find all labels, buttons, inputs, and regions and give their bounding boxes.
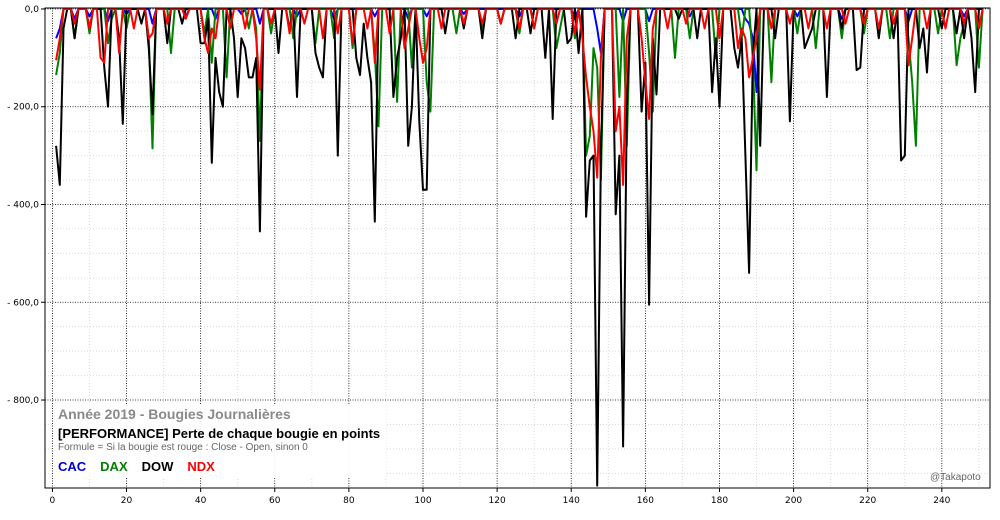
- x-tick-label: 200: [785, 496, 802, 506]
- y-tick-label: - 200,0: [7, 103, 39, 113]
- legend: CAC DAX DOW NDX: [58, 459, 380, 474]
- legend-entry-cac: CAC: [58, 459, 87, 474]
- x-tick-label: 80: [343, 496, 355, 506]
- x-tick-label: 140: [563, 496, 580, 506]
- legend-entry-ndx: NDX: [187, 459, 215, 474]
- x-tick-label: 240: [933, 496, 950, 506]
- x-tick-label: 0: [50, 496, 56, 506]
- y-tick-label: - 600,0: [7, 298, 39, 308]
- chart-formula: Formule = Si la bougie est rouge : Close…: [58, 442, 308, 453]
- x-tick-label: 60: [269, 496, 281, 506]
- y-tick-label: 0,0: [25, 5, 40, 15]
- chart-subtitle: [PERFORMANCE] Perte de chaque bougie en …: [58, 426, 381, 441]
- y-tick-label: - 800,0: [7, 396, 39, 406]
- chart-annotation-box: Année 2019 - Bougies Journalières [PERFO…: [54, 404, 387, 478]
- y-tick-label: - 400,0: [7, 200, 39, 210]
- x-tick-label: 40: [195, 496, 207, 506]
- chart-title: Année 2019 - Bougies Journalières: [58, 406, 291, 422]
- x-tick-label: 100: [414, 496, 431, 506]
- x-tick-label: 20: [121, 496, 133, 506]
- x-tick-label: 120: [489, 496, 506, 506]
- x-tick-label: 220: [859, 496, 876, 506]
- legend-entry-dow: DOW: [141, 459, 174, 474]
- credit-label: @Takapoto: [930, 472, 981, 483]
- x-tick-label: 160: [637, 496, 654, 506]
- x-tick-label: 180: [711, 496, 728, 506]
- legend-entry-dax: DAX: [100, 459, 128, 474]
